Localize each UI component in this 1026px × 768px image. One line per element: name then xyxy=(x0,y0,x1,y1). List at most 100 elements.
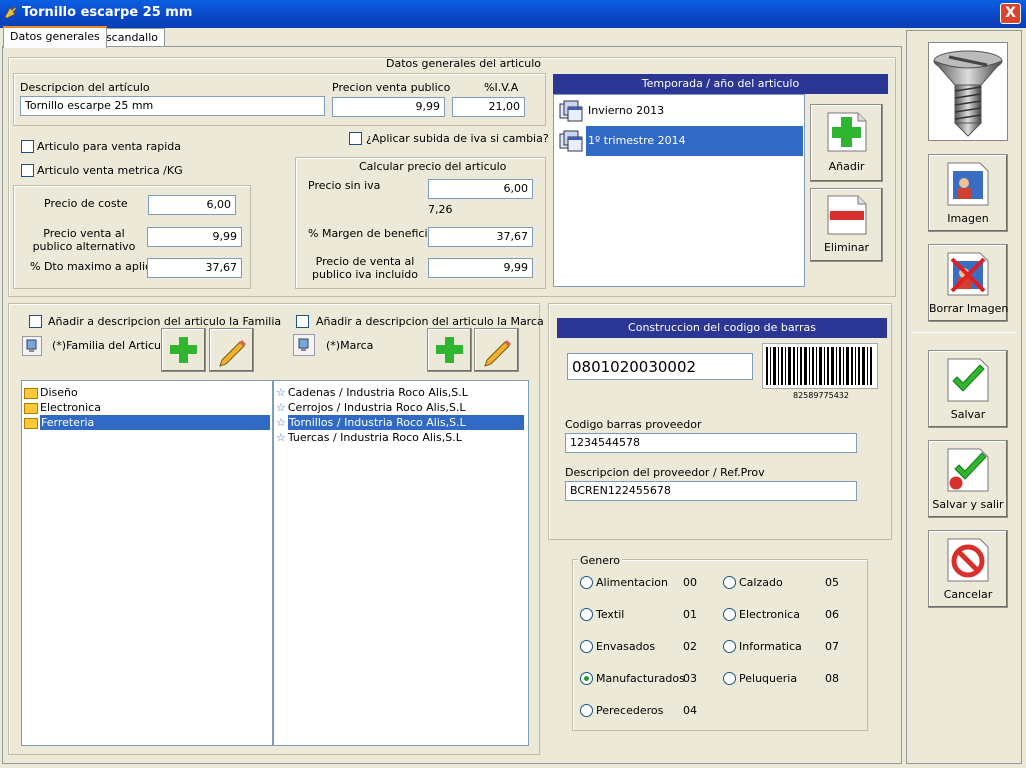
margin-label: % Margen de beneficio xyxy=(308,227,435,240)
screw-icon xyxy=(933,50,1003,137)
delete-image-button[interactable]: Borrar Imagen xyxy=(928,244,1008,322)
family-edit-button[interactable] xyxy=(209,328,254,372)
save-exit-button[interactable]: Salvar y salir xyxy=(928,440,1008,518)
genero-code: 07 xyxy=(825,640,839,653)
barcode-title: Construccion del codigo de barras xyxy=(557,318,887,338)
add-family-checkbox[interactable] xyxy=(29,315,42,328)
season-item-selected[interactable]: 1º trimestre 2014 xyxy=(586,126,803,156)
max-discount-input[interactable]: 37,67 xyxy=(147,258,242,278)
supplier-desc-input[interactable]: BCREN122455678 xyxy=(565,481,857,501)
cost-label: Precio de coste xyxy=(44,197,128,210)
supplier-code-input[interactable]: 1234544578 xyxy=(565,433,857,453)
genero-label: Informatica xyxy=(739,640,802,653)
season-title: Temporada / año del articulo xyxy=(553,74,888,94)
genero-code: 08 xyxy=(825,672,839,685)
delete-picture-icon xyxy=(947,252,989,296)
brand-item[interactable]: ☆ Cerrojos / Industria Roco Alis,S.L xyxy=(276,400,466,415)
family-item[interactable]: Electronica xyxy=(24,400,101,415)
family-item[interactable]: Diseño xyxy=(24,385,78,400)
genero-radio[interactable] xyxy=(580,640,593,653)
save-button[interactable]: Salvar xyxy=(928,350,1008,428)
price-no-iva-input[interactable]: 6,00 xyxy=(428,179,533,199)
add-brand-checkbox[interactable] xyxy=(296,315,309,328)
season-item[interactable]: Invierno 2013 xyxy=(588,104,664,117)
genero-code: 03 xyxy=(683,672,697,685)
add-icon xyxy=(436,337,463,363)
family-filter-icon xyxy=(22,336,42,356)
family-tree[interactable] xyxy=(21,380,273,746)
genero-label: Peluqueria xyxy=(739,672,798,685)
genero-radio[interactable] xyxy=(580,704,593,717)
brand-item[interactable]: ☆ Cadenas / Industria Roco Alis,S.L xyxy=(276,385,468,400)
folder-icon xyxy=(24,387,38,399)
family-add-button[interactable] xyxy=(161,328,206,372)
barcode-image xyxy=(762,343,878,389)
genero-radio[interactable] xyxy=(723,672,736,685)
family-label: (*)Familia del Articulo xyxy=(52,339,171,352)
genero-label: Perecederos xyxy=(596,704,664,717)
cancel-label: Cancelar xyxy=(943,588,993,601)
genero-label: Textil xyxy=(596,608,625,621)
description-input[interactable]: Tornillo escarpe 25 mm xyxy=(20,96,325,116)
metric-sale-label: Articulo venta metrica /KG xyxy=(37,164,183,177)
price-no-iva-label: Precio sin iva xyxy=(308,179,381,192)
season-list[interactable] xyxy=(553,94,805,287)
genero-label: Envasados xyxy=(596,640,656,653)
price-input[interactable]: 9,99 xyxy=(332,97,445,117)
image-button[interactable]: Imagen xyxy=(928,154,1008,232)
save-exit-label: Salvar y salir xyxy=(932,498,1004,511)
genero-code: 04 xyxy=(683,704,697,717)
metric-sale-checkbox[interactable] xyxy=(21,164,34,177)
public-price-input[interactable]: 9,99 xyxy=(428,258,533,278)
title-bar: Tornillo escarpe 25 mm X xyxy=(0,0,1026,28)
price-with-iva-value: 7,26 xyxy=(428,203,453,216)
genero-label: Alimentacion xyxy=(596,576,668,589)
genero-code: 06 xyxy=(825,608,839,621)
pencil-icon xyxy=(219,340,246,367)
genero-radio[interactable] xyxy=(723,576,736,589)
apply-iva-label: ¿Aplicar subida de iva si cambia? xyxy=(366,132,549,145)
genero-radio[interactable] xyxy=(580,608,593,621)
window-title: Tornillo escarpe 25 mm xyxy=(22,5,193,20)
price-label: Precion venta publico xyxy=(332,81,451,94)
general-section-title: Datos generales del articulo xyxy=(386,57,542,70)
brand-edit-button[interactable] xyxy=(474,328,519,372)
season-icon xyxy=(559,98,585,124)
apply-iva-checkbox[interactable] xyxy=(349,132,362,145)
cancel-button[interactable]: Cancelar xyxy=(928,530,1008,608)
tab-datos-generales[interactable]: Datos generales xyxy=(3,26,107,48)
genero-radio[interactable] xyxy=(580,576,593,589)
genero-code: 02 xyxy=(683,640,697,653)
brand-label: (*)Marca xyxy=(326,339,374,352)
genero-radio[interactable] xyxy=(723,608,736,621)
margin-input[interactable]: 37,67 xyxy=(428,227,533,247)
genero-label: Manufacturados xyxy=(596,672,685,685)
quick-sale-checkbox[interactable] xyxy=(21,140,34,153)
barcode-code-input[interactable]: 0801020030002 xyxy=(567,353,753,380)
pencil-icon xyxy=(484,340,511,367)
iva-input[interactable]: 21,00 xyxy=(452,97,525,117)
add-family-label: Añadir a descripcion del articulo la Fam… xyxy=(48,315,282,328)
brand-item-selected[interactable]: ☆ Tornillos / Industria Roco Alis,S.L xyxy=(276,415,524,430)
product-image xyxy=(928,42,1008,141)
season-delete-button[interactable]: Eliminar xyxy=(810,188,883,262)
family-item-selected[interactable]: Ferreteria xyxy=(24,415,270,430)
season-icon xyxy=(559,128,585,154)
description-label: Descripcion del artículo xyxy=(20,81,150,94)
cost-input[interactable]: 6,00 xyxy=(148,195,236,215)
genero-radio[interactable] xyxy=(723,640,736,653)
brand-filter-icon xyxy=(293,334,315,356)
public-price-label: Precio de venta al publico iva incluido xyxy=(312,255,418,281)
genero-label: Electronica xyxy=(739,608,800,621)
brand-item[interactable]: ☆ Tuercas / Industria Roco Alis,S.L xyxy=(276,430,462,445)
brand-add-button[interactable] xyxy=(427,328,472,372)
close-button[interactable]: X xyxy=(1000,3,1021,24)
alt-price-input[interactable]: 9,99 xyxy=(147,227,242,247)
add-icon xyxy=(827,112,866,152)
barcode-number: 82589775432 xyxy=(793,391,849,400)
season-add-button[interactable]: Añadir xyxy=(810,104,883,182)
app-icon xyxy=(4,6,17,19)
star-icon: ☆ xyxy=(276,416,286,429)
genero-radio-checked[interactable] xyxy=(580,672,593,685)
alt-price-label: Precio venta al publico alternativo xyxy=(32,227,136,253)
